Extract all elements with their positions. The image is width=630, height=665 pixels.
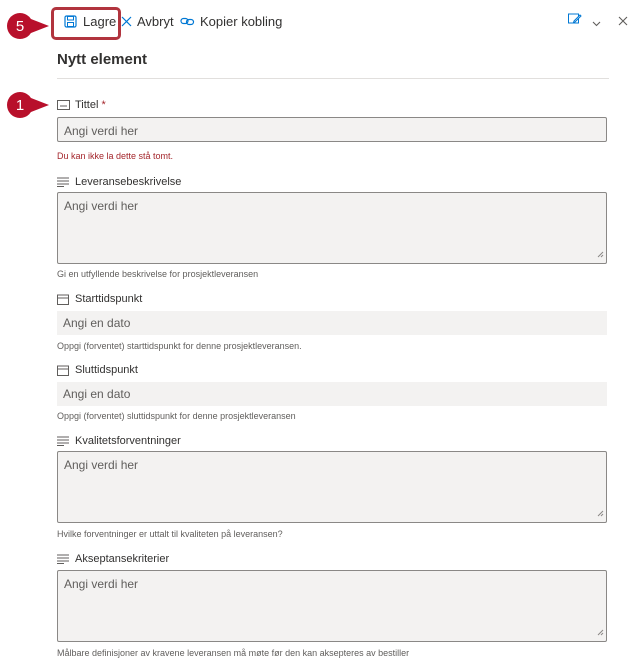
- step-callout-title: 1: [7, 92, 33, 118]
- start-date-field-label: Starttidspunkt: [57, 291, 142, 307]
- required-marker: *: [101, 99, 106, 111]
- calendar-icon: [57, 364, 70, 376]
- resize-grip-icon[interactable]: [597, 506, 604, 520]
- resize-grip-icon[interactable]: [597, 625, 604, 639]
- quality-placeholder: Angi verdi her: [64, 458, 139, 472]
- calendar-icon: [57, 293, 70, 305]
- title-input-placeholder: Angi verdi her: [64, 124, 139, 138]
- acceptance-textarea[interactable]: Angi verdi her: [57, 570, 607, 642]
- cancel-icon: [121, 16, 132, 27]
- copy-link-label: Kopier kobling: [200, 13, 283, 29]
- start-date-help-text: Oppgi (forventet) starttidspunkt for den…: [57, 341, 302, 351]
- end-date-label-text: Sluttidspunkt: [75, 364, 138, 376]
- start-date-placeholder: Angi en dato: [63, 316, 131, 330]
- description-textarea[interactable]: Angi verdi her: [57, 192, 607, 264]
- quality-help-text: Hvilke forventninger er uttalt til kvali…: [57, 529, 283, 539]
- title-label-text: Tittel: [75, 99, 99, 111]
- description-field-label: Leveransebeskrivelse: [57, 174, 181, 190]
- link-icon: [180, 16, 195, 27]
- chevron-down-icon[interactable]: [592, 14, 601, 32]
- description-placeholder: Angi verdi her: [64, 199, 139, 213]
- quality-label-text: Kvalitetsforventninger: [75, 435, 181, 447]
- acceptance-label-text: Akseptansekriterier: [75, 553, 170, 565]
- callout-arrow-save: [31, 19, 49, 33]
- description-label-text: Leveransebeskrivelse: [75, 176, 182, 188]
- title-input[interactable]: Angi verdi her: [57, 117, 607, 142]
- cancel-button[interactable]: Avbryt: [121, 8, 174, 34]
- title-error-message: Du kan ikke la dette stå tomt.: [57, 151, 174, 161]
- save-highlight-box: [51, 7, 121, 40]
- quality-textarea[interactable]: Angi verdi her: [57, 451, 607, 523]
- quality-field-label: Kvalitetsforventninger: [57, 433, 181, 449]
- title-field-label: Tittel *: [57, 97, 106, 113]
- form-title: Nytt element: [57, 51, 148, 68]
- end-date-field-label: Sluttidspunkt: [57, 362, 138, 378]
- cancel-button-label: Avbryt: [137, 13, 174, 29]
- single-line-text-icon: [57, 99, 70, 111]
- callout-arrow-title: [31, 98, 49, 112]
- start-date-label-text: Starttidspunkt: [75, 293, 143, 305]
- form-edit-icon[interactable]: [568, 12, 582, 30]
- end-date-placeholder: Angi en dato: [63, 387, 131, 401]
- header-divider: [57, 78, 609, 79]
- end-date-help-text: Oppgi (forventet) sluttidspunkt for denn…: [57, 411, 296, 421]
- start-date-picker[interactable]: Angi en dato: [57, 311, 607, 335]
- close-icon[interactable]: [618, 13, 628, 31]
- acceptance-help-text: Målbare definisjoner av kravene leverans…: [57, 648, 410, 658]
- acceptance-field-label: Akseptansekriterier: [57, 551, 169, 567]
- multi-line-text-icon: [57, 553, 70, 565]
- copy-link-button[interactable]: Kopier kobling: [180, 8, 282, 34]
- acceptance-placeholder: Angi verdi her: [64, 577, 139, 591]
- step-callout-save: 5: [7, 13, 33, 39]
- resize-grip-icon[interactable]: [597, 247, 604, 261]
- end-date-picker[interactable]: Angi en dato: [57, 382, 607, 406]
- multi-line-text-icon: [57, 435, 70, 447]
- description-help-text: Gi en utfyllende beskrivelse for prosjek…: [57, 269, 259, 279]
- multi-line-text-icon: [57, 176, 70, 188]
